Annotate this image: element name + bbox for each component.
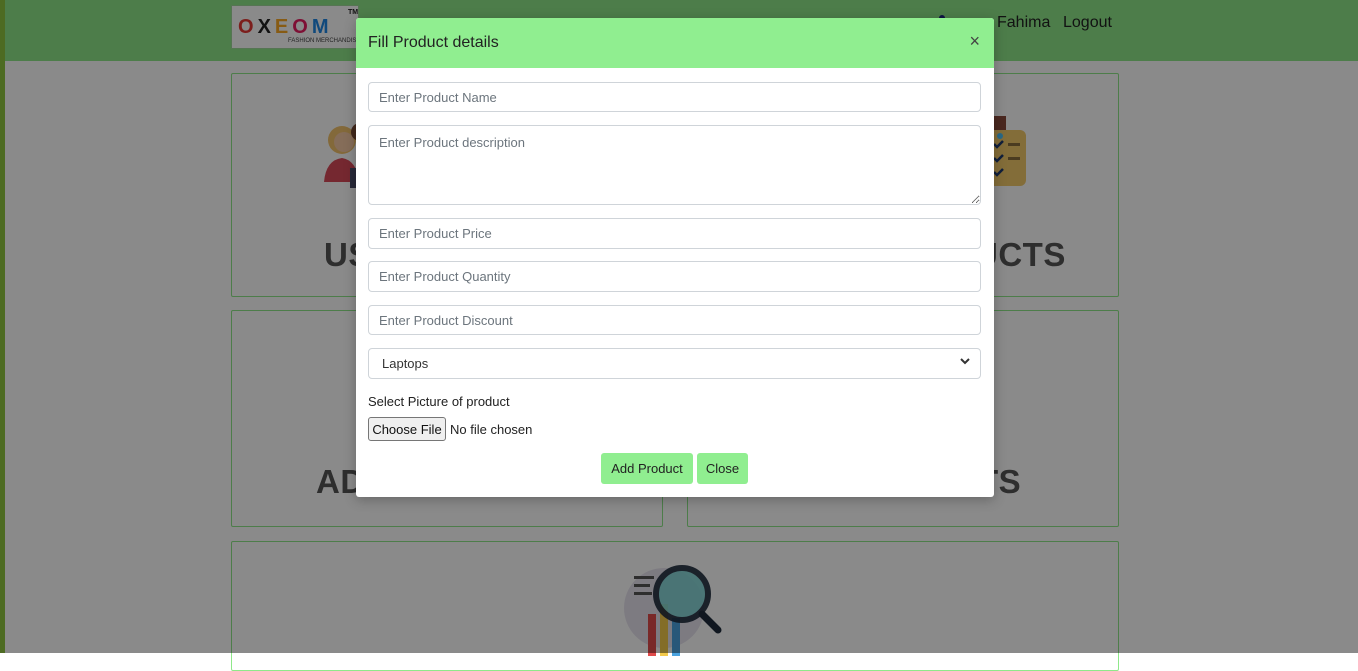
- product-category-select[interactable]: Laptops: [368, 348, 981, 379]
- product-name-input[interactable]: [368, 82, 981, 112]
- choose-file-button[interactable]: Choose File: [368, 417, 446, 441]
- file-status-text: No file chosen: [450, 422, 533, 437]
- product-discount-input[interactable]: [368, 305, 981, 335]
- add-product-modal: Fill Product details × Laptops Select Pi…: [356, 18, 994, 497]
- product-description-input[interactable]: [368, 125, 981, 205]
- modal-header: Fill Product details ×: [356, 18, 994, 68]
- product-quantity-input[interactable]: [368, 261, 981, 292]
- close-icon[interactable]: ×: [969, 31, 980, 51]
- file-upload-label: Select Picture of product: [368, 394, 510, 409]
- modal-title: Fill Product details: [368, 34, 499, 51]
- add-product-button[interactable]: Add Product: [601, 453, 693, 484]
- product-price-input[interactable]: [368, 218, 981, 249]
- close-modal-button[interactable]: Close: [697, 453, 748, 484]
